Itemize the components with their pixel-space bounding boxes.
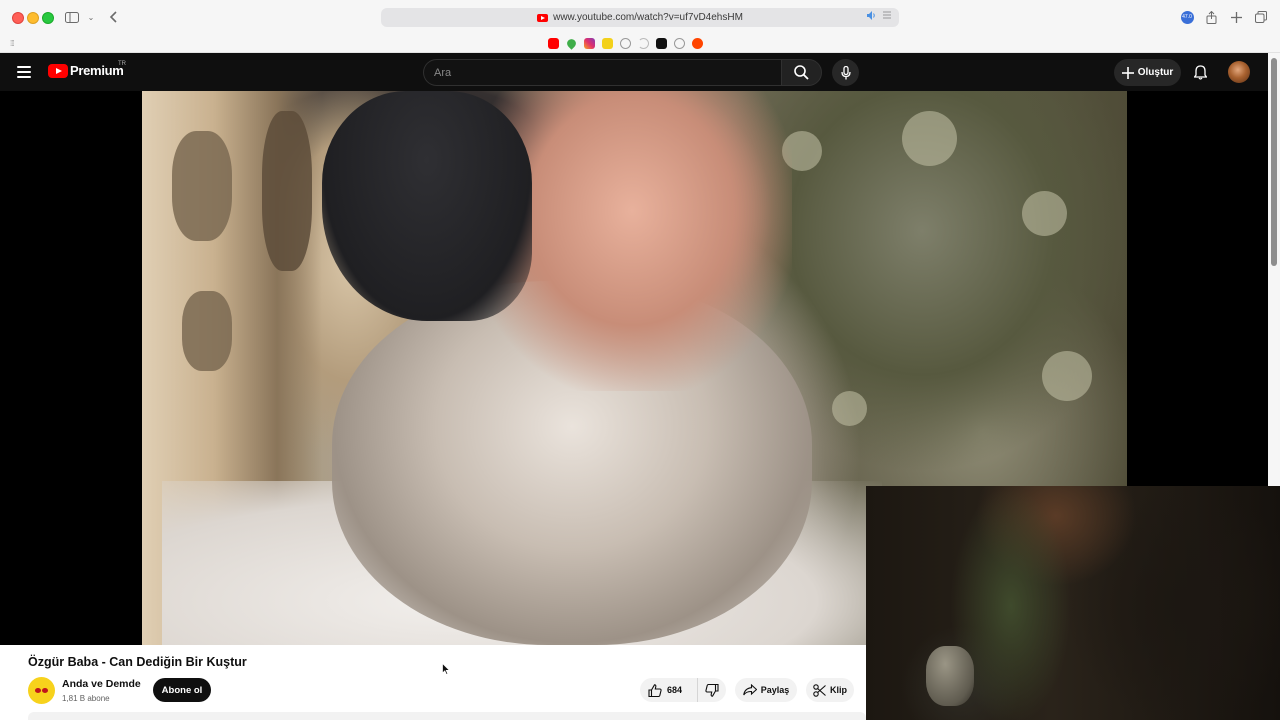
youtube-header: Premium TR Oluştur [0, 53, 1268, 91]
tab-overview-icon[interactable] [1254, 8, 1268, 26]
back-button[interactable] [106, 8, 120, 26]
share-label: Paylaş [760, 685, 790, 695]
notifications-button[interactable] [1190, 62, 1210, 82]
logo-text: Premium [70, 63, 124, 78]
reddit-bookmark-icon[interactable] [692, 38, 703, 49]
bell-icon [1193, 64, 1207, 80]
search-input[interactable] [424, 60, 781, 85]
like-button[interactable]: 684 [640, 678, 698, 702]
dislike-button[interactable] [698, 678, 726, 702]
microphone-icon [840, 65, 851, 79]
yellow-bookmark-icon[interactable] [602, 38, 613, 49]
video-info: Özgür Baba - Can Dediğin Bir Kuştur Anda… [0, 645, 866, 720]
url-text: www.youtube.com/watch?v=uf7vD4ehsHM [553, 12, 743, 23]
voice-search-button[interactable] [832, 59, 859, 86]
mini-player[interactable] [866, 486, 1280, 720]
like-dislike-group: 684 [640, 678, 726, 702]
share-page-icon[interactable] [1204, 8, 1218, 26]
subscribe-button[interactable]: Abone ol [153, 678, 211, 702]
thumbs-up-icon [648, 683, 662, 697]
video-title: Özgür Baba - Can Dediğin Bir Kuştur [28, 655, 247, 669]
youtube-play-icon [48, 63, 68, 78]
sidebar-toggle-icon[interactable] [64, 8, 80, 26]
minimize-window-button[interactable] [27, 12, 39, 24]
clip-button[interactable]: Klip [806, 678, 854, 702]
search-button[interactable] [781, 59, 822, 86]
youtube-favicon-icon [537, 13, 549, 22]
address-bar[interactable]: www.youtube.com/watch?v=uf7vD4ehsHM [381, 8, 899, 27]
youtube-logo[interactable]: Premium [48, 63, 124, 78]
country-code: TR [118, 61, 126, 67]
create-label: Oluştur [1137, 67, 1174, 78]
like-count: 684 [667, 685, 683, 695]
thumbs-down-icon [705, 683, 719, 697]
microphone-in-video [926, 646, 974, 706]
browser-toolbar: ⌄ www.youtube.com/watch?v=uf7vD4ehsHM 47… [0, 0, 1280, 35]
speaker-icon[interactable] [867, 11, 877, 22]
extension-icon[interactable]: 47.0 [1180, 8, 1194, 26]
menu-icon[interactable] [17, 66, 31, 78]
scrollbar-thumb[interactable] [1271, 58, 1277, 266]
channel-avatar[interactable] [28, 677, 55, 704]
extension-badge: 47.0 [1180, 10, 1194, 24]
new-tab-icon[interactable] [1229, 8, 1243, 26]
share-button[interactable]: Paylaş [735, 678, 797, 702]
mouse-cursor-icon [442, 662, 451, 680]
channel-name[interactable]: Anda ve Demde [62, 678, 141, 690]
loading-bookmark-icon[interactable] [638, 38, 649, 49]
share-arrow-icon [742, 684, 757, 696]
plus-icon [1121, 66, 1134, 79]
search-box [423, 59, 781, 86]
clip-label: Klip [830, 685, 847, 695]
scissors-icon [813, 683, 826, 697]
globe-bookmark-icon[interactable] [620, 38, 631, 49]
reader-icon[interactable] [883, 11, 891, 22]
user-avatar[interactable] [1228, 61, 1250, 83]
leaf-bookmark-icon[interactable] [565, 37, 578, 50]
instagram-bookmark-icon[interactable] [584, 38, 595, 49]
zoom-window-button[interactable] [42, 12, 54, 24]
close-window-button[interactable] [12, 12, 24, 24]
search-icon [794, 65, 809, 80]
subscriber-count: 1,81 B abone [62, 694, 110, 703]
description-box[interactable] [28, 712, 866, 720]
dark-bookmark-icon[interactable] [656, 38, 667, 49]
create-button[interactable]: Oluştur [1114, 59, 1181, 86]
youtube-bookmark-icon[interactable] [548, 38, 559, 49]
favorites-bar: ⁞⁞⁞ [0, 35, 1280, 53]
chevron-down-icon[interactable]: ⌄ [86, 8, 96, 26]
grid-icon[interactable]: ⁞⁞⁞ [10, 39, 15, 48]
globe-bookmark-icon-2[interactable] [674, 38, 685, 49]
